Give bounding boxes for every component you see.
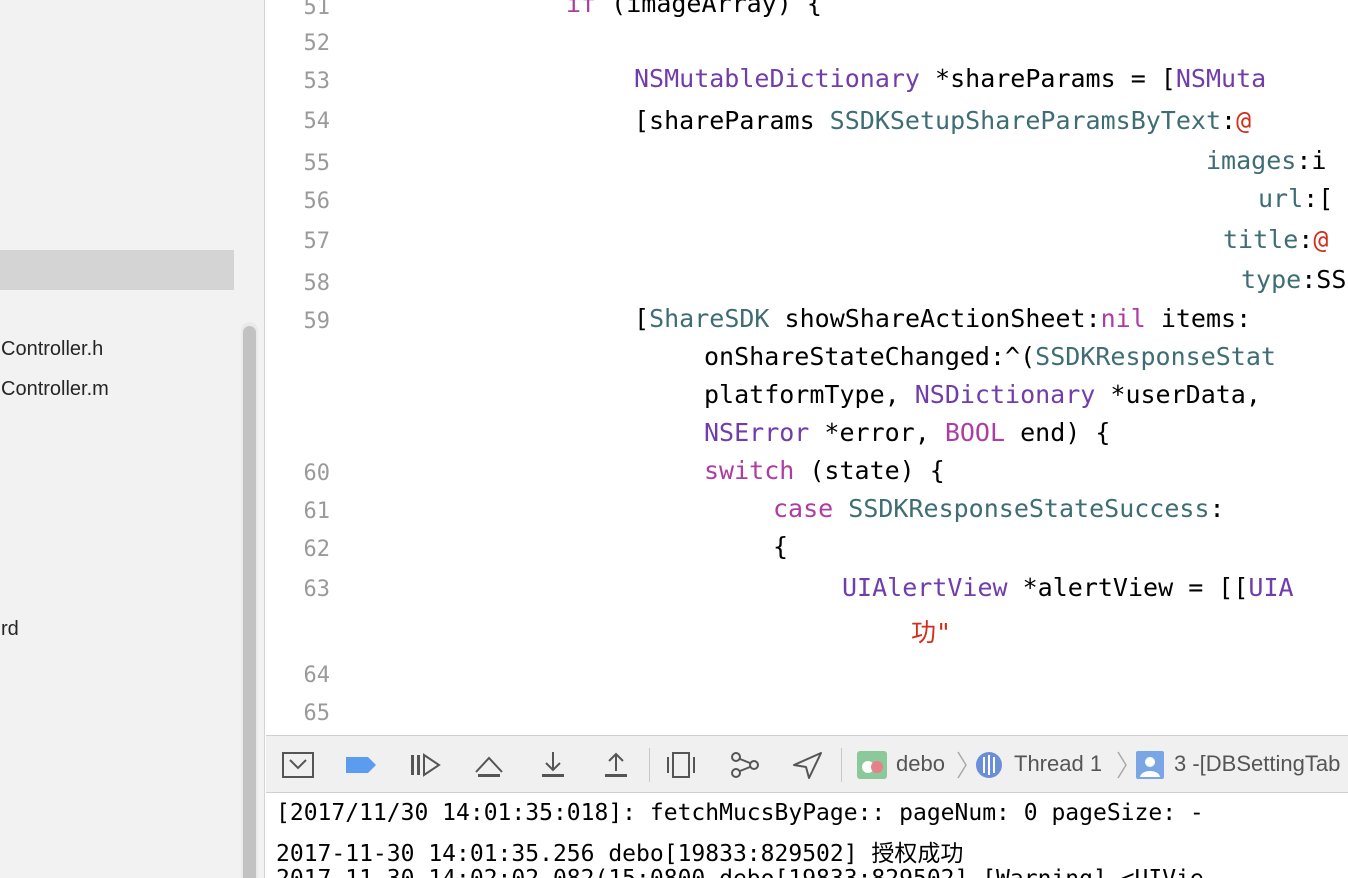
code-line: title:@	[1223, 225, 1329, 254]
line-number: 53	[303, 69, 331, 94]
hide-debug-area-icon	[282, 752, 314, 778]
code-line: UIAlertView *alertView = [[UIA	[842, 573, 1294, 602]
chevron-right-icon	[1117, 751, 1127, 779]
memory-graph-button[interactable]	[728, 749, 762, 781]
line-number: 64	[303, 663, 331, 688]
console-line: 2017-11-30 14:01:35.256 debo[19833:82950…	[276, 841, 964, 867]
line-number: 58	[303, 271, 331, 296]
project-navigator: Controller.h Controller.m rd	[0, 0, 265, 878]
code-line-wrapped: 功"	[911, 618, 952, 647]
breadcrumb-frame[interactable]: 3 -[DBSettingTab	[1174, 751, 1340, 777]
code-line: [ShareSDK showShareActionSheet:nil items…	[634, 304, 1252, 333]
nav-selected-row[interactable]	[0, 250, 234, 290]
line-number: 61	[303, 499, 331, 524]
line-number: 62	[303, 537, 331, 562]
nav-file-implementation[interactable]: Controller.m	[1, 378, 109, 401]
separator	[841, 748, 842, 782]
breakpoint-icon	[346, 757, 376, 773]
code-line-wrapped: onShareStateChanged:^(SSDKResponseStat	[704, 342, 1276, 371]
chevron-right-icon	[957, 751, 967, 779]
code-line: url:[	[1258, 184, 1334, 213]
code-line-wrapped: NSError *error, BOOL end) {	[704, 418, 1111, 447]
line-number: 51	[303, 0, 331, 20]
simulate-location-button[interactable]	[791, 749, 825, 781]
user-frame-icon	[1136, 751, 1164, 779]
code-line: switch (state) {	[704, 456, 945, 485]
step-out-icon	[605, 752, 627, 777]
code-line: if (imageArray) {	[566, 0, 822, 18]
code-line: [shareParams SSDKSetupShareParamsByText:…	[634, 106, 1252, 135]
line-number: 52	[303, 31, 331, 56]
code-line-wrapped: platformType, NSDictionary *userData,	[704, 380, 1261, 409]
console-line: [2017/11/30 14:01:35:018]: fetchMucsByPa…	[276, 800, 1204, 826]
code-line: NSMutableDictionary *shareParams = [NSMu…	[634, 64, 1267, 93]
breadcrumb-thread[interactable]: Thread 1	[1014, 751, 1102, 777]
line-number: 54	[303, 109, 331, 134]
breadcrumb-process[interactable]: debo	[896, 751, 945, 777]
location-arrow-icon	[793, 752, 822, 779]
navigator-scrollbar-thumb[interactable]	[243, 326, 256, 878]
step-out-button[interactable]	[599, 749, 633, 781]
line-number: 63	[303, 577, 331, 602]
line-number: 57	[303, 229, 331, 254]
code-editor[interactable]: 51 52 53 54 55 56 57 58 59 60 61 62 63 6…	[266, 0, 1348, 735]
continue-icon	[411, 753, 441, 777]
memory-graph-icon	[731, 752, 759, 778]
debug-console[interactable]: [2017/11/30 14:01:35:018]: fetchMucsByPa…	[266, 794, 1348, 878]
step-over-icon	[475, 756, 503, 777]
code-line: images:i	[1206, 146, 1327, 175]
step-into-button[interactable]	[536, 749, 570, 781]
code-line: type:SS	[1241, 265, 1347, 294]
app-icon	[857, 751, 887, 779]
view-hierarchy-icon	[667, 752, 695, 778]
line-number: 55	[303, 151, 331, 176]
breakpoints-toggle-button[interactable]	[344, 749, 378, 781]
continue-button[interactable]	[408, 749, 442, 781]
line-number: 59	[303, 309, 331, 334]
console-line: 2017-11-30 14:02:02.082(15:0800 debo[198…	[276, 866, 1204, 878]
view-hierarchy-button[interactable]	[664, 749, 698, 781]
code-line: {	[773, 532, 789, 561]
nav-file-header[interactable]: Controller.h	[1, 338, 103, 361]
code-line: case SSDKResponseStateSuccess:	[773, 494, 1225, 523]
line-number: 65	[303, 701, 331, 726]
hide-debug-area-button[interactable]	[281, 749, 315, 781]
line-number: 60	[303, 461, 331, 486]
line-number: 56	[303, 189, 331, 214]
nav-file-storyboard[interactable]: rd	[1, 618, 19, 641]
thread-icon	[976, 752, 1002, 778]
step-over-button[interactable]	[472, 749, 506, 781]
separator	[649, 748, 650, 782]
step-into-icon	[542, 752, 564, 777]
debug-bar: debo Thread 1 3 -[DBSettingTab	[266, 735, 1348, 793]
